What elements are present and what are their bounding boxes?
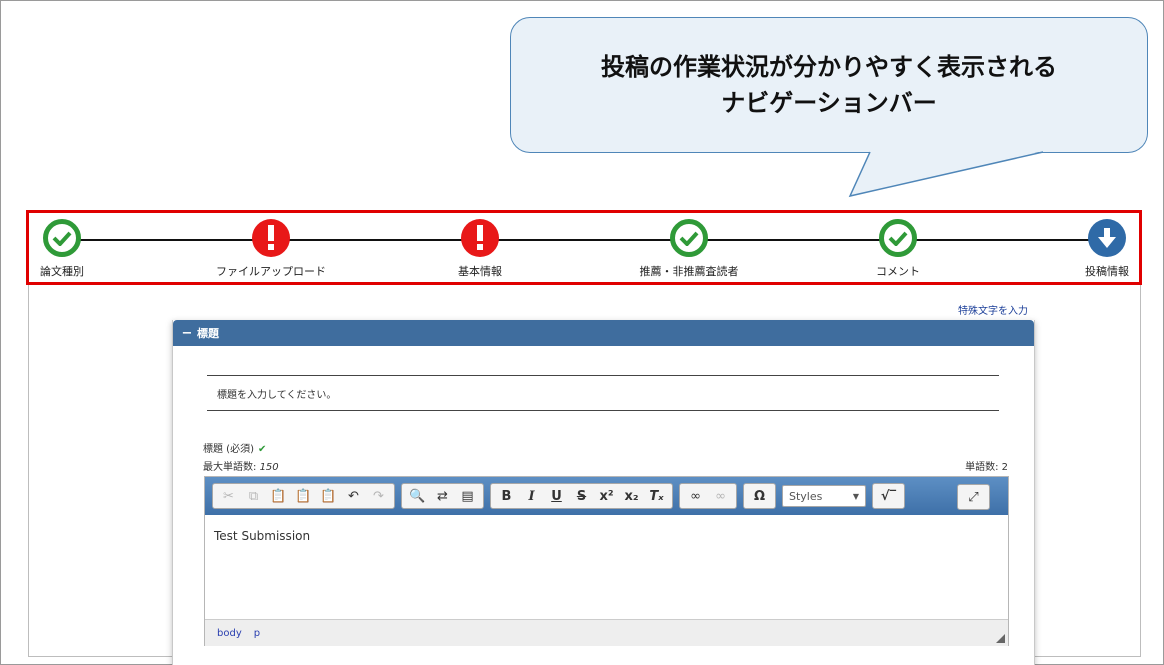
arrow-down-icon [1088, 219, 1126, 257]
unlink-icon[interactable]: ∞ [708, 485, 733, 507]
omega-icon[interactable]: Ω [747, 485, 772, 507]
exclamation-icon [252, 219, 290, 257]
strikethrough-icon[interactable]: S [569, 485, 594, 507]
math-sqrt-icon[interactable]: √‾ [876, 485, 901, 507]
underline-icon[interactable]: U [544, 485, 569, 507]
copy-icon[interactable]: ⧉ [241, 485, 266, 507]
instruction-text: 標題を入力してください。 [217, 389, 337, 401]
panel-title: 標題 [197, 327, 219, 340]
editor-status-bar: body p [205, 619, 1008, 646]
max-words-value: 150 [259, 462, 279, 473]
instruction-box: 標題を入力してください。 [207, 375, 999, 411]
collapse-button[interactable]: − [177, 326, 197, 341]
cut-icon[interactable]: ✂ [216, 485, 241, 507]
editor-content[interactable]: Test Submission [205, 515, 1008, 619]
link-group: ∞ ∞ [679, 483, 737, 509]
find-icon[interactable]: 🔍 [405, 485, 430, 507]
nav-step-label: ファイルアップロード [216, 265, 326, 278]
format-group: B I U S x² x₂ Tₓ [490, 483, 673, 509]
max-words-label: 最大単語数: [203, 462, 257, 473]
check-icon [879, 219, 917, 257]
paste-text-icon[interactable]: 📋 [291, 485, 316, 507]
paste-icon[interactable]: 📋 [266, 485, 291, 507]
callout-tail [848, 151, 1044, 198]
nav-step-label: 投稿情報 [1085, 265, 1129, 278]
math-group: √‾ [872, 483, 905, 509]
find-group: 🔍 ⇄ ▤ [401, 483, 484, 509]
exclamation-icon [461, 219, 499, 257]
nav-step-reviewers[interactable]: 推薦・非推薦査読者 [629, 219, 749, 279]
link-icon[interactable]: ∞ [683, 485, 708, 507]
callout-bubble: 投稿の作業状況が分かりやすく表示される ナビゲーションバー [510, 17, 1148, 153]
clipboard-group: ✂ ⧉ 📋 📋 📋 ↶ ↷ [212, 483, 395, 509]
content-border-right [1140, 285, 1141, 657]
special-char-group: Ω [743, 483, 776, 509]
undo-icon[interactable]: ↶ [341, 485, 366, 507]
subscript-icon[interactable]: x₂ [619, 485, 644, 507]
nav-step-label: 論文種別 [40, 265, 84, 278]
styles-label: Styles [789, 489, 823, 503]
replace-icon[interactable]: ⇄ [430, 485, 455, 507]
chevron-down-icon: ▼ [852, 491, 859, 501]
max-words: 最大単語数: 150 [203, 458, 279, 473]
nav-step-label: 推薦・非推薦査読者 [639, 265, 739, 278]
italic-icon[interactable]: I [519, 485, 544, 507]
callout-line-2: ナビゲーションバー [721, 89, 937, 117]
maximize-icon[interactable]: ⤢ [961, 486, 986, 508]
nav-step-paper-type[interactable]: 論文種別 [2, 219, 122, 279]
redo-icon[interactable]: ↷ [366, 485, 391, 507]
resize-handle-icon[interactable] [996, 634, 1005, 643]
superscript-icon[interactable]: x² [594, 485, 619, 507]
special-characters-link[interactable]: 特殊文字を入力 [958, 302, 1028, 317]
bold-icon[interactable]: B [494, 485, 519, 507]
maximize-group: ⤢ [957, 484, 990, 510]
path-item-body[interactable]: body [217, 628, 242, 639]
navigation-bar: 論文種別 ファイルアップロード 基本情報 推薦・非推薦査読者 コメント 投稿情報 [26, 210, 1142, 285]
remove-format-icon[interactable]: Tₓ [644, 485, 669, 507]
nav-step-label: コメント [876, 265, 920, 278]
nav-step-basic-info[interactable]: 基本情報 [420, 219, 540, 279]
rich-text-editor: ✂ ⧉ 📋 📋 📋 ↶ ↷ 🔍 ⇄ ▤ B I U S x² x₂ Tₓ ∞ ∞… [204, 476, 1009, 646]
field-label: 標題 (必須) ✔ [203, 440, 266, 455]
field-label-text: 標題 (必須) [203, 444, 254, 455]
callout-line-1: 投稿の作業状況が分かりやすく表示される [601, 53, 1057, 81]
styles-dropdown[interactable]: Styles ▼ [782, 485, 866, 507]
word-count: 単語数: 2 [965, 462, 1008, 473]
nav-step-submission-info[interactable]: 投稿情報 [1047, 219, 1164, 279]
check-icon [43, 219, 81, 257]
nav-step-file-upload[interactable]: ファイルアップロード [211, 219, 331, 279]
title-panel: − 標題 標題を入力してください。 標題 (必須) ✔ 最大単語数: 150 単語… [172, 320, 1035, 665]
select-all-icon[interactable]: ▤ [455, 485, 480, 507]
check-icon [670, 219, 708, 257]
content-border-left [28, 285, 29, 657]
editor-toolbar: ✂ ⧉ 📋 📋 📋 ↶ ↷ 🔍 ⇄ ▤ B I U S x² x₂ Tₓ ∞ ∞… [205, 477, 1008, 515]
nav-step-comments[interactable]: コメント [838, 219, 958, 279]
path-item-p[interactable]: p [254, 628, 260, 639]
nav-step-label: 基本情報 [458, 265, 502, 278]
paste-word-icon[interactable]: 📋 [316, 485, 341, 507]
panel-header: − 標題 [173, 320, 1034, 346]
valid-check-icon: ✔ [257, 444, 267, 455]
